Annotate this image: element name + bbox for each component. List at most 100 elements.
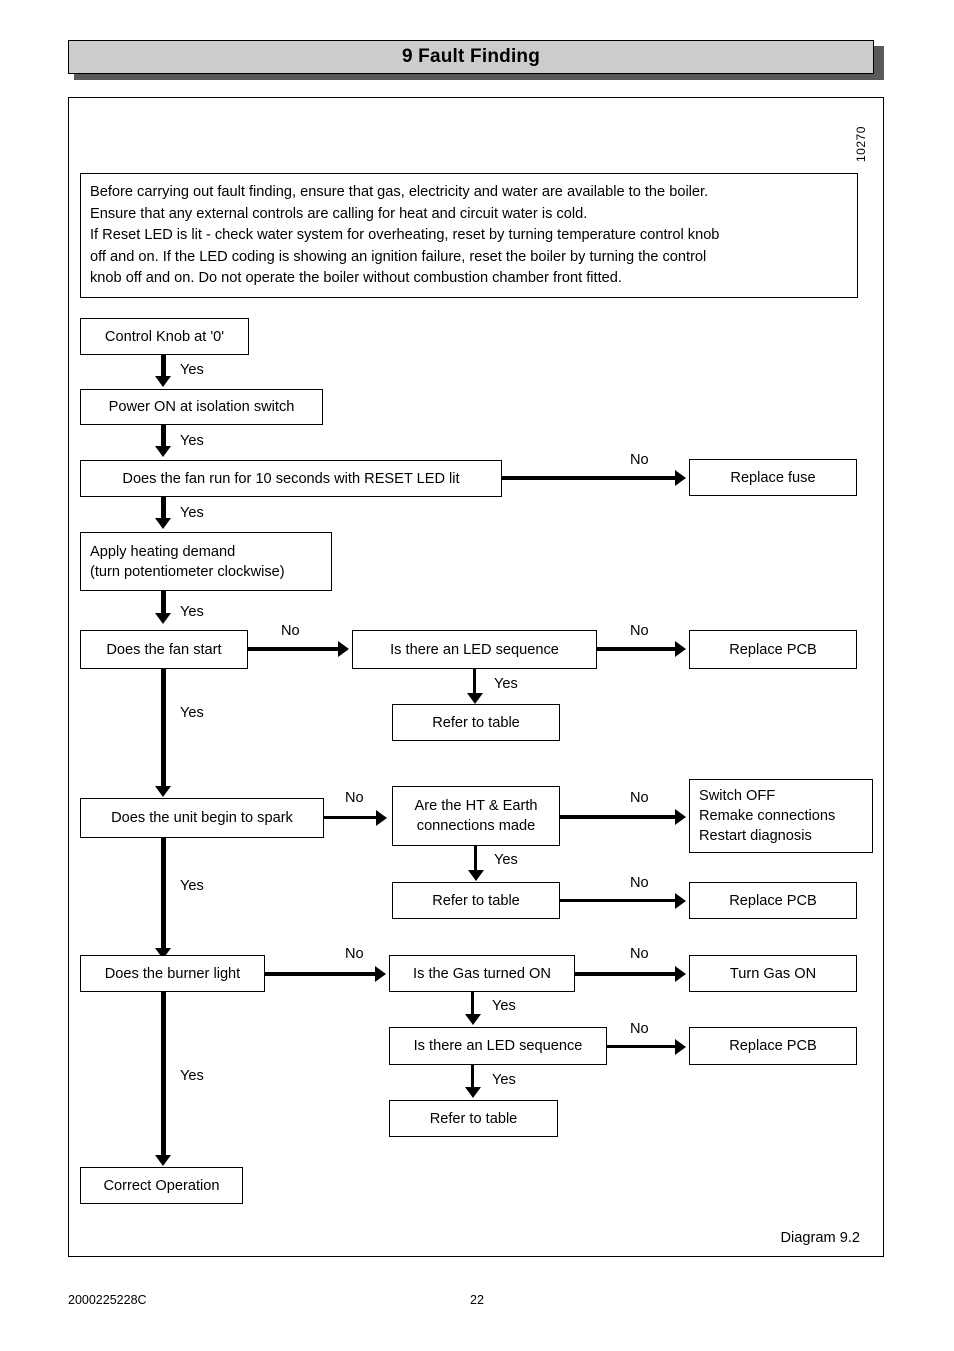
branch-label-no-3: No bbox=[630, 623, 649, 639]
node-led-sequence-1-label: Is there an LED sequence bbox=[390, 641, 559, 658]
node-apply-heating-demand-line2: (turn potentiometer clockwise) bbox=[90, 563, 285, 580]
arrowhead-burner-correct bbox=[155, 1155, 171, 1166]
connector-led2-pcb3 bbox=[607, 1045, 677, 1048]
branch-label-no-4: No bbox=[345, 790, 364, 806]
node-correct-operation: Correct Operation bbox=[80, 1167, 243, 1204]
warning-line-1: Before carrying out fault finding, ensur… bbox=[90, 184, 709, 200]
branch-label-no-7: No bbox=[345, 946, 364, 962]
branch-label-no-2: No bbox=[281, 623, 300, 639]
warning-line-3: If Reset LED is lit - check water system… bbox=[90, 227, 720, 243]
connector-burner-correct bbox=[161, 992, 166, 1157]
connector-fanstart-spark bbox=[161, 669, 166, 789]
branch-label-yes-3: Yes bbox=[180, 505, 204, 521]
branch-label-no-6: No bbox=[630, 875, 649, 891]
branch-label-no-5: No bbox=[630, 790, 649, 806]
connector-spark-burner bbox=[161, 838, 166, 951]
node-fan-run-10s: Does the fan run for 10 seconds with RES… bbox=[80, 460, 502, 497]
banner-face: 9 Fault Finding bbox=[68, 40, 874, 74]
connector-fanrun-fuse bbox=[502, 476, 677, 480]
node-replace-pcb-2-label: Replace PCB bbox=[729, 892, 817, 909]
arrowhead-refer2-pcb2 bbox=[675, 893, 686, 909]
connector-fanstart-led bbox=[248, 647, 340, 651]
arrowhead-gas-led2 bbox=[465, 1014, 481, 1025]
branch-label-yes-4: Yes bbox=[180, 604, 204, 620]
arrowhead-fanrun-fuse bbox=[675, 470, 686, 486]
warning-line-5: knob off and on. Do not operate the boil… bbox=[90, 270, 622, 286]
node-burner-light: Does the burner light bbox=[80, 955, 265, 992]
node-power-on-label: Power ON at isolation switch bbox=[108, 399, 295, 415]
node-power-on: Power ON at isolation switch bbox=[80, 389, 323, 425]
node-replace-fuse-label: Replace fuse bbox=[730, 469, 816, 486]
node-replace-pcb-3-label: Replace PCB bbox=[729, 1038, 817, 1054]
arrowhead-led1-refer1 bbox=[467, 693, 483, 704]
branch-label-yes-5: Yes bbox=[494, 676, 518, 692]
node-refer-table-3: Refer to table bbox=[389, 1100, 558, 1137]
arrowhead-fanstart-led bbox=[338, 641, 349, 657]
connector-power-fanrun bbox=[161, 425, 166, 448]
node-led-sequence-2: Is there an LED sequence bbox=[389, 1027, 607, 1065]
node-ht-earth-connections: Are the HT & Earth connections made bbox=[392, 786, 560, 846]
node-refer-table-1: Refer to table bbox=[392, 704, 560, 741]
warning-line-2: Ensure that any external controls are ca… bbox=[90, 205, 588, 222]
node-led-sequence-2-label: Is there an LED sequence bbox=[413, 1038, 583, 1054]
branch-label-yes-7: Yes bbox=[494, 852, 518, 868]
connector-spark-htearth bbox=[324, 816, 378, 819]
node-apply-heating-demand-line1: Apply heating demand bbox=[90, 543, 236, 560]
arrowhead-power-fanrun bbox=[155, 446, 171, 457]
node-control-knob-label: Control Knob at '0' bbox=[104, 328, 225, 345]
node-replace-fuse: Replace fuse bbox=[689, 459, 857, 496]
node-gas-turned-on-label: Is the Gas turned ON bbox=[413, 965, 551, 982]
node-control-knob: Control Knob at '0' bbox=[80, 318, 249, 355]
connector-burner-gas bbox=[265, 972, 377, 976]
node-apply-heating-demand: Apply heating demand (turn potentiometer… bbox=[80, 532, 332, 591]
connector-apply-fanstart bbox=[161, 591, 166, 615]
connector-htearth-refer2 bbox=[474, 846, 477, 873]
node-gas-turned-on: Is the Gas turned ON bbox=[389, 955, 575, 992]
node-unit-spark-label: Does the unit begin to spark bbox=[111, 810, 293, 826]
node-burner-light-label: Does the burner light bbox=[104, 965, 241, 982]
node-replace-pcb-2: Replace PCB bbox=[689, 882, 857, 919]
node-unit-spark: Does the unit begin to spark bbox=[80, 798, 324, 838]
connector-led1-refer1 bbox=[473, 669, 476, 696]
page-header-banner: 9 Fault Finding bbox=[68, 40, 884, 80]
connector-gas-turngas bbox=[575, 972, 677, 976]
branch-label-yes-10: Yes bbox=[492, 1072, 516, 1088]
node-switch-off-instructions: Switch OFF Remake connections Restart di… bbox=[689, 779, 873, 853]
arrowhead-fanrun-apply bbox=[155, 518, 171, 529]
branch-label-no-1: No bbox=[630, 452, 649, 468]
arrowhead-led2-pcb3 bbox=[675, 1039, 686, 1055]
arrowhead-apply-fanstart bbox=[155, 613, 171, 624]
node-ht-earth-line2: connections made bbox=[416, 818, 536, 834]
connector-htearth-switchoff bbox=[560, 815, 677, 819]
branch-label-yes-6: Yes bbox=[180, 705, 204, 721]
node-turn-gas-on: Turn Gas ON bbox=[689, 955, 857, 992]
node-fan-start: Does the fan start bbox=[80, 630, 248, 669]
node-correct-operation-label: Correct Operation bbox=[103, 1177, 220, 1194]
branch-label-no-9: No bbox=[630, 1021, 649, 1037]
branch-label-yes-2: Yes bbox=[180, 433, 204, 449]
branch-label-yes-11: Yes bbox=[180, 1068, 204, 1084]
arrowhead-fanstart-spark bbox=[155, 786, 171, 797]
connector-fanrun-apply bbox=[161, 497, 166, 520]
node-ht-earth-line1: Are the HT & Earth bbox=[414, 798, 538, 814]
node-led-sequence-1: Is there an LED sequence bbox=[352, 630, 597, 669]
arrowhead-htearth-switchoff bbox=[675, 809, 686, 825]
footer-page-number: 22 bbox=[470, 1293, 484, 1307]
node-replace-pcb-1-label: Replace PCB bbox=[729, 641, 817, 658]
arrowhead-knob-power bbox=[155, 376, 171, 387]
connector-led1-pcb1 bbox=[597, 647, 677, 651]
node-fan-start-label: Does the fan start bbox=[106, 641, 222, 658]
connector-refer2-pcb2 bbox=[560, 899, 677, 902]
node-refer-table-2: Refer to table bbox=[392, 882, 560, 919]
page-title: 9 Fault Finding bbox=[401, 46, 541, 67]
arrowhead-htearth-refer2 bbox=[468, 870, 484, 881]
arrowhead-led1-pcb1 bbox=[675, 641, 686, 657]
node-switch-off-line2: Remake connections bbox=[699, 808, 836, 824]
warning-note-box: Before carrying out fault finding, ensur… bbox=[80, 173, 858, 298]
branch-label-yes-1: Yes bbox=[180, 362, 204, 378]
warning-line-4: off and on. If the LED coding is showing… bbox=[90, 248, 707, 265]
node-fan-run-10s-label: Does the fan run for 10 seconds with RES… bbox=[122, 470, 460, 487]
arrowhead-spark-htearth bbox=[376, 810, 387, 826]
node-turn-gas-on-label: Turn Gas ON bbox=[729, 965, 817, 982]
branch-label-yes-9: Yes bbox=[492, 998, 516, 1014]
